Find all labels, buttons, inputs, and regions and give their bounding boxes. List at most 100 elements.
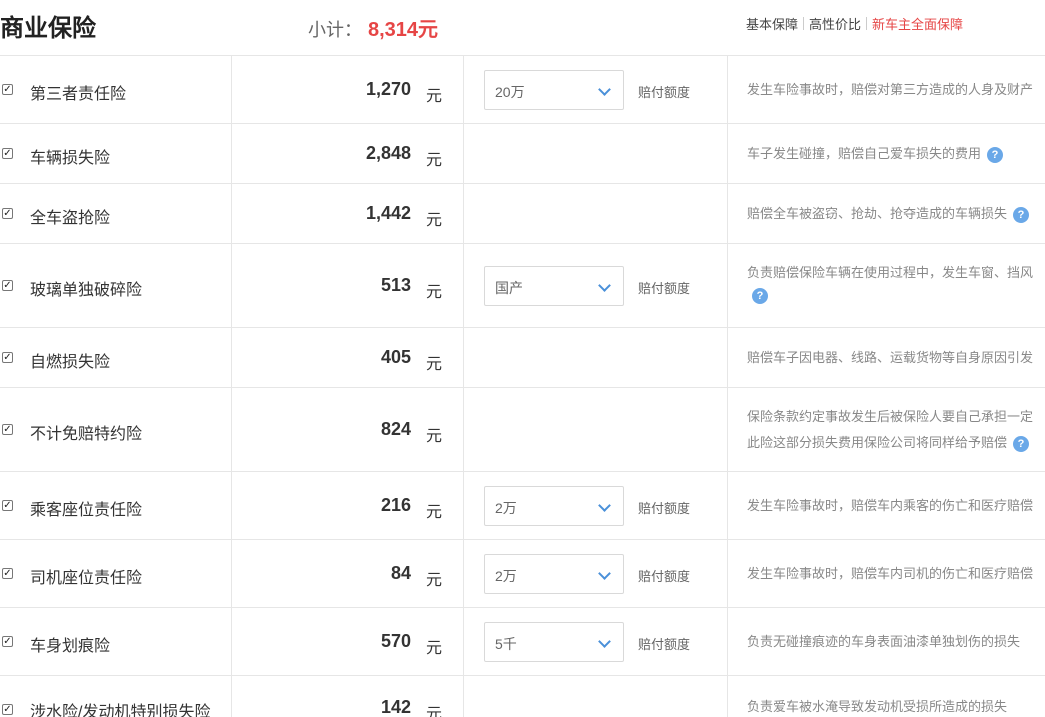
insurance-name: 第三者责任险 [30,86,127,103]
insurance-price: 142 [380,697,411,717]
row-checkbox[interactable]: ✓ [2,636,13,647]
plan-link-value[interactable]: 高性价比 [809,14,861,33]
description-line: 发生车险事故时，赔偿对第三方造成的人身及财产 [747,82,1034,97]
price-unit: 元 [426,572,443,589]
insurance-table: ✓ 第三者责任险 1,270 元 20万 赔付额度 发生车险事故时，赔偿对第三方… [0,56,1045,717]
insurance-description: 赔偿全车被盗窃、抢劫、抢夺造成的车辆损失? [747,201,1045,227]
help-icon[interactable]: ? [1013,206,1030,223]
insurance-description: 发生车险事故时，赔偿对第三方造成的人身及财产 [747,77,1045,103]
coverage-label: 赔付额度 [638,569,691,584]
description-line: 发生车险事故时，赔偿车内乘客的伤亡和医疗赔偿 [747,498,1034,513]
insurance-name: 乘客座位责任险 [30,502,143,519]
price-unit: 元 [426,706,443,717]
row-checkbox[interactable]: ✓ [2,208,13,219]
table-row: ✓ 乘客座位责任险 216 元 2万 赔付额度 发生车险事故时，赔偿车内乘客的伤… [0,472,1045,540]
coverage-select[interactable]: 2万 [484,554,624,594]
insurance-name: 玻璃单独破碎险 [30,282,143,299]
description-line: 发生车险事故时，赔偿车内司机的伤亡和医疗赔偿 [747,566,1034,581]
insurance-description: 发生车险事故时，赔偿车内乘客的伤亡和医疗赔偿 [747,493,1045,519]
row-checkbox[interactable]: ✓ [2,280,13,291]
table-row: ✓ 车辆损失险 2,848 元 车子发生碰撞，赔偿自己爱车损失的费用? [0,124,1045,184]
coverage-label: 赔付额度 [638,637,691,652]
insurance-name: 车身划痕险 [30,638,111,655]
row-checkbox[interactable]: ✓ [2,424,13,435]
table-row: ✓ 涉水险/发动机特别损失险 142 元 负责爱车被水淹导致发动机受损所造成的损… [0,676,1045,717]
row-checkbox[interactable]: ✓ [2,148,13,159]
insurance-price: 216 [380,495,411,515]
insurance-price: 513 [380,275,411,295]
description-line: 负责无碰撞痕迹的车身表面油漆单独划伤的损失 [747,634,1021,649]
coverage-select-value: 5千 [495,636,517,652]
coverage-select[interactable]: 2万 [484,486,624,526]
plan-link-new-owner[interactable]: 新车主全面保障 [872,14,963,33]
coverage-select-value: 2万 [495,568,517,584]
coverage-select[interactable]: 20万 [484,70,624,110]
price-unit: 元 [426,428,443,445]
insurance-name: 全车盗抢险 [30,210,111,227]
coverage-select-value: 国产 [495,280,523,296]
insurance-price: 405 [380,347,411,367]
chevron-down-icon [598,499,611,512]
page-title: 商业保险 [0,15,96,42]
link-divider [866,17,868,30]
insurance-price: 824 [380,419,411,439]
price-unit: 元 [426,356,443,373]
table-row: ✓ 司机座位责任险 84 元 2万 赔付额度 发生车险事故时，赔偿车内司机的伤亡… [0,540,1045,608]
table-row: ✓ 不计免赔特约险 824 元 保险条款约定事故发生后被保险人要自己承担一定 此险… [0,388,1045,472]
description-line: 负责爱车被水淹导致发动机受损所造成的损失 [747,699,1008,714]
price-unit: 元 [426,284,443,301]
insurance-name: 车辆损失险 [30,150,111,167]
table-row: ✓ 自燃损失险 405 元 赔偿车子因电器、线路、运载货物等自身原因引发 [0,328,1045,388]
description-line: 车子发生碰撞，赔偿自己爱车损失的费用 [747,146,982,161]
subtotal-amount: 8,314元 [368,19,439,41]
coverage-select[interactable]: 5千 [484,622,624,662]
description-line: 赔偿车子因电器、线路、运载货物等自身原因引发 [747,350,1034,365]
row-checkbox[interactable]: ✓ [2,352,13,363]
row-checkbox[interactable]: ✓ [2,84,13,95]
subtotal-label: 小计： [308,20,362,40]
subtotal: 小计： 8,314元 [308,13,438,42]
coverage-select-value: 2万 [495,500,517,516]
description-line: 负责赔偿保险车辆在使用过程中，发生车窗、挡风 [747,265,1034,280]
row-checkbox[interactable]: ✓ [2,568,13,579]
insurance-name: 自燃损失险 [30,354,111,371]
description-line: 赔偿全车被盗窃、抢劫、抢夺造成的车辆损失 [747,206,1008,221]
insurance-price: 1,442 [365,203,411,223]
row-checkbox[interactable]: ✓ [2,704,13,715]
insurance-name: 不计免赔特约险 [30,426,143,443]
price-unit: 元 [426,504,443,521]
price-unit: 元 [426,640,443,657]
table-row: ✓ 第三者责任险 1,270 元 20万 赔付额度 发生车险事故时，赔偿对第三方… [0,56,1045,124]
insurance-description: 赔偿车子因电器、线路、运载货物等自身原因引发 [747,345,1045,371]
coverage-select-value: 20万 [495,84,525,100]
plan-links: 基本保障 高性价比 新车主全面保障 [746,14,963,33]
link-divider [803,17,805,30]
insurance-price: 84 [390,563,411,583]
insurance-description: 发生车险事故时，赔偿车内司机的伤亡和医疗赔偿 [747,561,1045,587]
insurance-price: 570 [380,631,411,651]
table-row: ✓ 车身划痕险 570 元 5千 赔付额度 负责无碰撞痕迹的车身表面油漆单独划伤… [0,608,1045,676]
table-row: ✓ 全车盗抢险 1,442 元 赔偿全车被盗窃、抢劫、抢夺造成的车辆损失? [0,184,1045,244]
help-icon[interactable]: ? [752,288,768,304]
help-icon[interactable]: ? [1013,435,1030,452]
insurance-description: 车子发生碰撞，赔偿自己爱车损失的费用? [747,141,1045,167]
insurance-description: 保险条款约定事故发生后被保险人要自己承担一定 此险这部分损失费用保险公司将同样给予… [747,404,1045,456]
coverage-label: 赔付额度 [638,281,691,296]
help-icon[interactable]: ? [987,146,1004,163]
chevron-down-icon [598,635,611,648]
insurance-description: 负责爱车被水淹导致发动机受损所造成的损失 [747,694,1045,717]
coverage-select[interactable]: 国产 [484,266,624,306]
insurance-description: 负责赔偿保险车辆在使用过程中，发生车窗、挡风? [747,260,1045,304]
insurance-name: 司机座位责任险 [30,570,143,587]
chevron-down-icon [598,567,611,580]
insurance-price: 2,848 [365,143,411,163]
header: 商业保险 小计： 8,314元 基本保障 高性价比 新车主全面保障 [0,0,1045,56]
price-unit: 元 [426,212,443,229]
description-line: 保险条款约定事故发生后被保险人要自己承担一定 [747,409,1034,424]
plan-link-basic[interactable]: 基本保障 [746,14,798,33]
coverage-label: 赔付额度 [638,501,691,516]
row-checkbox[interactable]: ✓ [2,500,13,511]
coverage-label: 赔付额度 [638,85,691,100]
chevron-down-icon [598,279,611,292]
description-line: 此险这部分损失费用保险公司将同样给予赔偿 [747,435,1008,450]
